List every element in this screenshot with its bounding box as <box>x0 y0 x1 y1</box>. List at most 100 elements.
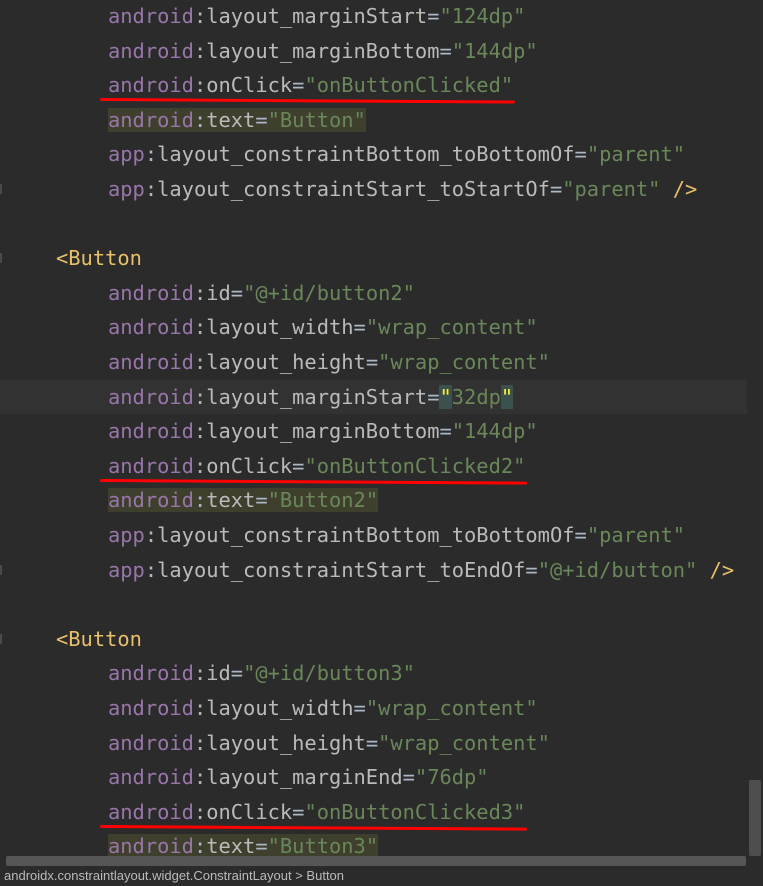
attribute-name: id <box>206 280 231 305</box>
equals-sign: = <box>365 730 379 755</box>
colon: : <box>193 384 207 409</box>
attribute-value: "onButtonClicked" <box>304 73 514 98</box>
colon: : <box>193 661 207 686</box>
quote-highlight: " <box>500 384 514 409</box>
code-line[interactable]: android:text="Button2" <box>0 483 763 517</box>
code-line[interactable]: <Button <box>0 622 763 656</box>
attribute-value: "wrap_content" <box>365 315 538 340</box>
attribute-value: "wrap_content" <box>378 730 550 755</box>
xml-tag: <Button <box>56 626 142 651</box>
code-line[interactable]: android:layout_marginStart="32dp" <box>0 379 763 414</box>
horizontal-scrollbar-thumb[interactable] <box>6 856 746 866</box>
code-line[interactable]: android:onClick="onButtonClicked2" <box>0 449 763 483</box>
vertical-scrollbar[interactable] <box>747 0 763 856</box>
colon: : <box>193 453 207 478</box>
colon: : <box>144 177 158 201</box>
code-line[interactable]: android:layout_height="wrap_content" <box>0 726 763 760</box>
attribute: app:layout_constraintStart_toStartOf="pa… <box>108 177 660 201</box>
code-line[interactable]: app:layout_constraintBottom_toBottomOf="… <box>0 518 763 552</box>
attribute-name: id <box>206 661 231 686</box>
equals-sign: = <box>549 177 563 201</box>
code-line[interactable]: android:id="@+id/button3" <box>0 656 763 690</box>
attribute-name: layout_width <box>206 696 354 720</box>
attribute-name: layout_marginBottom <box>206 419 440 444</box>
code-line[interactable] <box>0 207 763 241</box>
equals-sign: = <box>427 384 440 409</box>
attribute-namespace: android <box>108 73 194 98</box>
code-line[interactable]: android:id="@+id/button2" <box>0 276 763 310</box>
attribute-namespace: android <box>108 661 194 686</box>
colon: : <box>193 730 207 755</box>
code-line[interactable]: android:text="Button3" <box>0 829 763 856</box>
equals-sign: = <box>255 834 268 856</box>
code-line[interactable]: android:onClick="onButtonClicked3" <box>0 795 763 829</box>
attribute: android:onClick="onButtonClicked3" <box>108 800 525 824</box>
vertical-scrollbar-thumb[interactable] <box>749 780 761 856</box>
code-editor[interactable]: android:text="Button3" android:onClick="o… <box>0 0 763 856</box>
attribute-value: "onButtonClicked2" <box>304 453 526 478</box>
colon: : <box>193 799 207 824</box>
xml-tag: <Button <box>56 246 142 271</box>
code-line[interactable]: android:layout_width="wrap_content" <box>0 691 763 725</box>
horizontal-scrollbar[interactable] <box>0 856 763 866</box>
attribute-namespace: app <box>108 142 145 167</box>
breadcrumb[interactable]: androidx.constraintlayout.widget.Constra… <box>0 866 763 886</box>
equals-sign: = <box>439 38 452 63</box>
code-line[interactable]: android:layout_width="wrap_content" <box>0 310 763 344</box>
attribute: android:layout_height="wrap_content" <box>108 350 550 374</box>
attribute: android:onClick="onButtonClicked" <box>108 73 513 97</box>
colon: : <box>193 280 207 305</box>
code-line[interactable] <box>0 587 763 621</box>
attribute: android:onClick="onButtonClicked2" <box>108 454 525 478</box>
code-line[interactable]: android:text="Button" <box>0 103 763 137</box>
attribute-value: "wrap_content" <box>365 696 538 720</box>
attribute-value: "@+id/button2" <box>243 280 415 305</box>
attribute-value: "onButtonClicked3" <box>304 799 526 824</box>
attribute-name: onClick <box>206 73 293 98</box>
code-line[interactable]: android:layout_marginBottom="144dp" <box>0 414 763 448</box>
colon: : <box>193 73 207 98</box>
attribute-value: "Button" <box>267 107 366 132</box>
attribute: android:layout_width="wrap_content" <box>108 315 538 339</box>
code-line[interactable]: android:layout_marginBottom="144dp" <box>0 34 763 68</box>
attribute: android:layout_height="wrap_content" <box>108 731 550 755</box>
attribute-name: layout_height <box>206 350 366 374</box>
equals-sign: = <box>574 523 587 547</box>
attribute-value: "@+id/button" <box>537 557 698 582</box>
attribute-namespace: android <box>108 107 194 132</box>
attribute-name: onClick <box>206 799 293 824</box>
equals-sign: = <box>230 280 244 305</box>
code-line[interactable]: <Button <box>0 241 763 275</box>
attribute: android:layout_width="wrap_content" <box>108 696 538 720</box>
equals-sign: = <box>365 350 379 374</box>
attribute-value: "parent" <box>562 177 661 201</box>
code-line[interactable]: app:layout_constraintStart_toEndOf="@+id… <box>0 553 763 587</box>
attribute-name: text <box>206 834 256 856</box>
colon: : <box>144 557 158 582</box>
code-line[interactable]: android:layout_marginStart="124dp" <box>0 0 763 33</box>
equals-sign: = <box>574 142 587 167</box>
attribute: app:layout_constraintStart_toEndOf="@+id… <box>108 558 697 582</box>
attribute-value: "parent" <box>586 142 686 167</box>
equals-sign: = <box>230 661 244 686</box>
tag-close: /> <box>660 177 698 201</box>
attribute-name: layout_marginStart <box>206 4 428 28</box>
attribute-value: "@+id/button3" <box>243 661 415 686</box>
attribute-name: layout_height <box>206 730 366 755</box>
code-line[interactable]: android:layout_marginEnd="76dp" <box>0 760 763 794</box>
equals-sign: = <box>292 799 305 824</box>
equals-sign: = <box>292 453 305 478</box>
attribute-namespace: app <box>108 177 145 201</box>
equals-sign: = <box>255 107 268 132</box>
attribute-namespace: app <box>108 557 145 582</box>
colon: : <box>193 315 207 340</box>
attribute-value: "76dp" <box>414 765 489 790</box>
code-line[interactable]: android:onClick="onButtonClicked" <box>0 68 763 102</box>
quote-highlight: " <box>439 384 452 409</box>
code-line[interactable]: android:layout_height="wrap_content" <box>0 345 763 379</box>
code-line[interactable]: app:layout_constraintBottom_toBottomOf="… <box>0 137 763 171</box>
attribute-value: "Button2" <box>267 488 379 513</box>
equals-sign: = <box>255 488 268 513</box>
code-line[interactable]: app:layout_constraintStart_toStartOf="pa… <box>0 172 763 206</box>
attribute: android:text="Button3" <box>108 834 379 856</box>
